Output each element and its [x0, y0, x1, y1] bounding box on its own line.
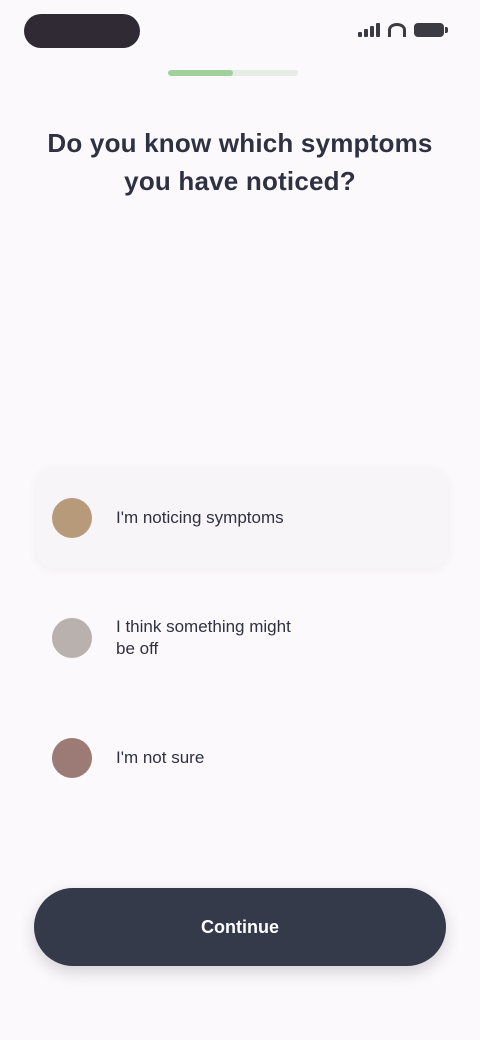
face-icon	[52, 618, 92, 658]
face-icon	[52, 738, 92, 778]
option-label: I'm noticing symptoms	[116, 508, 284, 527]
status-bar-icons	[358, 20, 448, 40]
signal-icon	[358, 23, 380, 37]
progress-bar	[168, 70, 298, 76]
option-label: I think something might be off	[116, 617, 291, 658]
face-icon	[52, 498, 92, 538]
status-bar-pill	[24, 14, 140, 48]
option-item[interactable]: I'm not sure	[36, 708, 448, 808]
continue-button[interactable]: Continue	[34, 888, 446, 966]
option-label: I'm not sure	[116, 748, 205, 767]
page-title: Do you know which symptoms you have noti…	[47, 128, 433, 196]
onboarding-screen: Do you know which symptoms you have noti…	[0, 0, 480, 1040]
progress-bar-fill	[168, 70, 233, 76]
battery-icon	[414, 23, 448, 37]
wifi-icon	[388, 23, 406, 37]
option-item[interactable]: I think something might be off	[36, 588, 448, 688]
option-item[interactable]: I'm noticing symptoms	[36, 468, 448, 568]
option-list: I'm noticing symptoms I think something …	[36, 468, 448, 828]
